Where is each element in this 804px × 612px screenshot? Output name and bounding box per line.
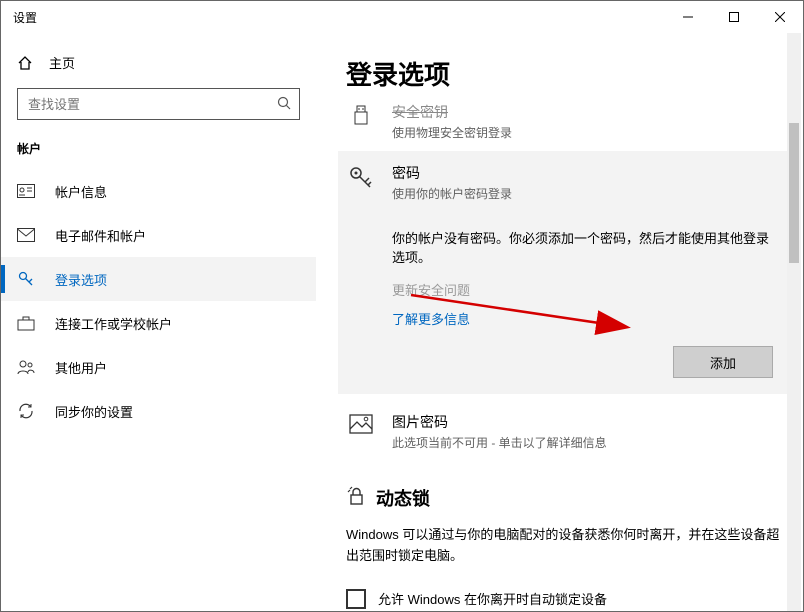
option-head: 安全密钥	[392, 102, 781, 122]
scrollbar[interactable]	[787, 33, 801, 611]
add-button[interactable]: 添加	[673, 346, 773, 378]
sidebar: 主页 帐户 帐户信息 电子邮件和帐户 登录选项	[1, 33, 316, 611]
option-head: 图片密码	[392, 412, 781, 432]
home-label: 主页	[49, 53, 75, 72]
usb-key-icon	[346, 102, 376, 141]
window-title: 设置	[13, 9, 37, 26]
sync-icon	[17, 402, 35, 420]
home-nav[interactable]: 主页	[1, 43, 316, 82]
checkbox-label: 允许 Windows 在你离开时自动锁定设备	[378, 589, 607, 608]
key-icon	[346, 163, 376, 202]
option-password[interactable]: 密码 使用你的帐户密码登录 你的帐户没有密码。你必须添加一个密码，然后才能使用其…	[338, 151, 789, 394]
search-box[interactable]	[17, 88, 300, 120]
dynamic-lock-heading: 动态锁	[346, 485, 781, 511]
sidebar-item-label: 电子邮件和帐户	[55, 226, 146, 245]
sidebar-item-signin-options[interactable]: 登录选项	[1, 257, 316, 301]
users-icon	[17, 359, 35, 375]
main-content: 登录选项 安全密钥 使用物理安全密钥登录 密码 使用你的帐户密码登录 你的帐户没…	[316, 33, 803, 611]
dynamic-lock-body: Windows 可以通过与你的电脑配对的设备获悉你何时离开，并在这些设备超出范围…	[346, 525, 781, 567]
id-card-icon	[17, 184, 35, 198]
briefcase-icon	[17, 315, 35, 331]
picture-icon	[346, 412, 376, 451]
sidebar-item-label: 连接工作或学校帐户	[55, 314, 172, 333]
checkbox[interactable]	[346, 589, 366, 609]
sidebar-item-label: 帐户信息	[55, 182, 107, 201]
option-head: 密码	[392, 163, 781, 183]
sidebar-item-label: 登录选项	[55, 270, 107, 289]
option-picture-password[interactable]: 图片密码 此选项当前不可用 - 单击以了解详细信息	[346, 404, 781, 459]
scrollbar-thumb[interactable]	[789, 123, 799, 263]
sidebar-item-label: 同步你的设置	[55, 402, 133, 421]
minimize-button[interactable]	[665, 1, 711, 33]
option-sub: 使用你的帐户密码登录	[392, 185, 781, 202]
sidebar-item-label: 其他用户	[55, 358, 107, 377]
dynamic-lock-title: 动态锁	[376, 485, 430, 511]
sidebar-item-other-users[interactable]: 其他用户	[1, 345, 316, 389]
lock-icon	[346, 486, 366, 511]
update-security-questions: 更新安全问题	[392, 280, 773, 299]
close-button[interactable]	[757, 1, 803, 33]
page-title: 登录选项	[346, 55, 781, 92]
sidebar-item-email[interactable]: 电子邮件和帐户	[1, 213, 316, 257]
key-icon	[17, 270, 35, 288]
dynamic-lock-checkbox-row[interactable]: 允许 Windows 在你离开时自动锁定设备	[346, 589, 781, 609]
sidebar-item-account-info[interactable]: 帐户信息	[1, 169, 316, 213]
learn-more-link[interactable]: 了解更多信息	[392, 309, 773, 328]
search-input[interactable]	[26, 96, 277, 113]
search-icon	[277, 96, 291, 113]
password-body-text: 你的帐户没有密码。你必须添加一个密码，然后才能使用其他登录选项。	[392, 228, 773, 266]
option-sub: 此选项当前不可用 - 单击以了解详细信息	[392, 434, 781, 451]
home-icon	[17, 55, 35, 71]
option-security-key[interactable]: 安全密钥 使用物理安全密钥登录	[346, 94, 781, 149]
mail-icon	[17, 228, 35, 242]
option-sub: 使用物理安全密钥登录	[392, 124, 781, 141]
sidebar-item-work-school[interactable]: 连接工作或学校帐户	[1, 301, 316, 345]
maximize-button[interactable]	[711, 1, 757, 33]
sidebar-item-sync[interactable]: 同步你的设置	[1, 389, 316, 433]
sidebar-group-label: 帐户	[1, 134, 316, 169]
titlebar: 设置	[1, 1, 803, 33]
